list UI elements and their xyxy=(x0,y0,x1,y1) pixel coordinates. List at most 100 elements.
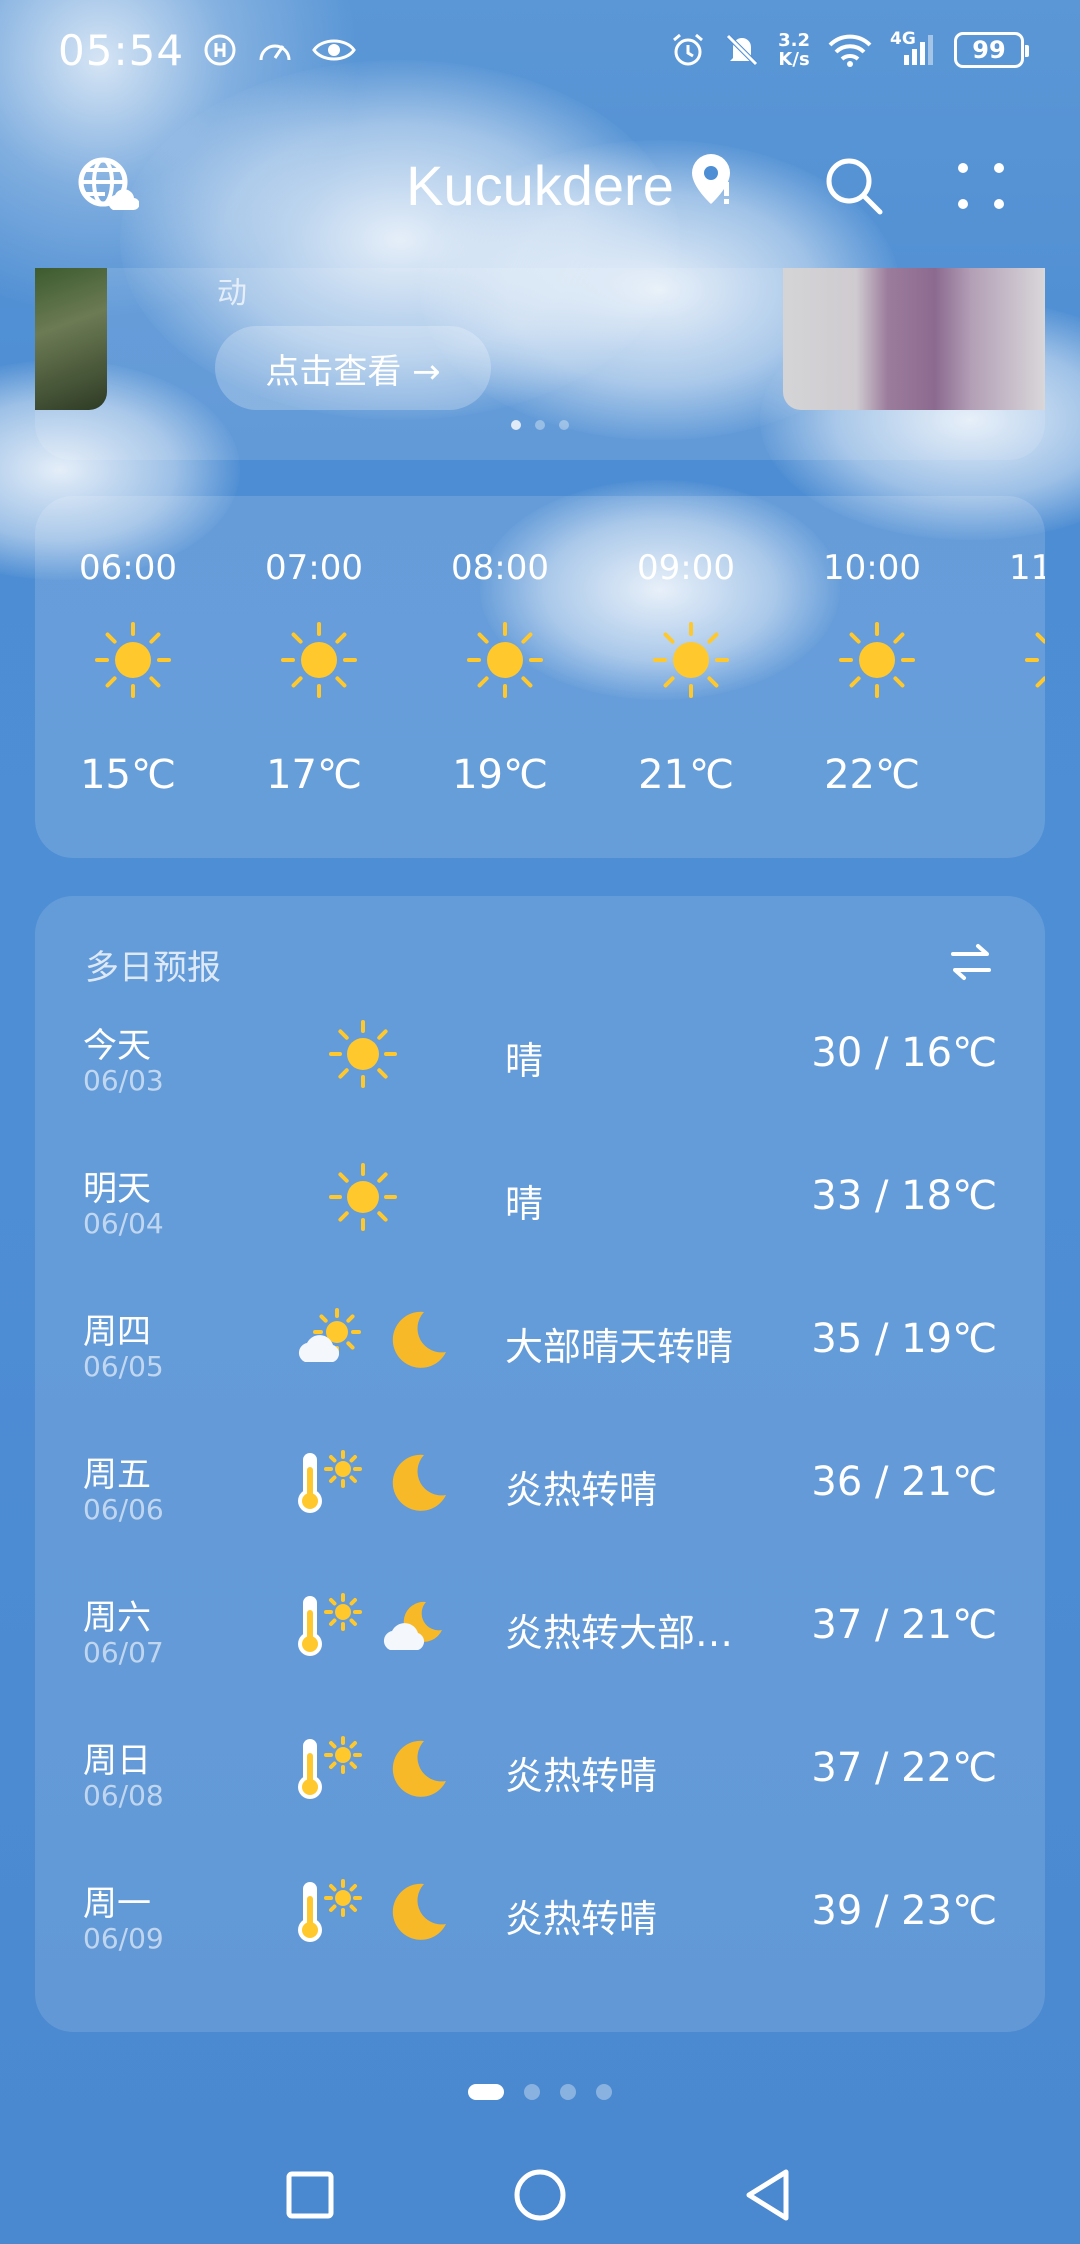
partly-cloudy-icon xyxy=(293,1304,365,1376)
day-temp-range: 37 / 22℃ xyxy=(811,1745,997,1791)
hour-item: 07:00 17℃ xyxy=(221,496,407,858)
hour-temp: 19℃ xyxy=(452,752,548,798)
banner-dot xyxy=(511,420,521,430)
moon-icon xyxy=(380,1876,452,1948)
search-icon[interactable] xyxy=(822,154,886,218)
day-description: 炎热转晴 xyxy=(505,1468,658,1512)
header: Kucukdere xyxy=(0,130,1080,240)
eye-icon xyxy=(312,35,356,65)
sun-icon xyxy=(837,620,917,700)
banner-thumbnail[interactable] xyxy=(783,268,1045,410)
net-speed: 3.2 K/s xyxy=(778,31,810,69)
hour-temp: 15℃ xyxy=(80,752,176,798)
sun-icon xyxy=(651,620,731,700)
status-bar: 05:54 3.2 K/s 4G 99 xyxy=(0,0,1080,100)
hour-item: 09:00 21℃ xyxy=(593,496,779,858)
day-temp-range: 35 / 19℃ xyxy=(811,1316,997,1362)
day-description: 大部晴天转晴 xyxy=(505,1325,734,1369)
banner-dot xyxy=(535,420,545,430)
day-description: 晴 xyxy=(505,1039,544,1083)
hourly-forecast[interactable]: 06:00 15℃ 07:00 17℃ 08:00 19℃ 09:00 21℃ … xyxy=(35,496,1045,858)
day-temp-range: 33 / 18℃ xyxy=(811,1173,997,1219)
switch-view-icon[interactable] xyxy=(949,942,993,982)
hour-temp: 21℃ xyxy=(638,752,734,798)
data-saver-icon xyxy=(202,32,238,68)
promo-banner[interactable]: 动 点击查看 → xyxy=(35,268,1045,460)
day-row[interactable]: 今天 06/03 晴 30 / 16℃ xyxy=(35,1008,1045,1151)
day-date: 06/05 xyxy=(83,1350,164,1383)
sun-icon xyxy=(465,620,545,700)
sun-icon xyxy=(1023,620,1045,700)
day-date: 06/03 xyxy=(83,1064,164,1097)
sun-icon xyxy=(93,620,173,700)
banner-dot xyxy=(559,420,569,430)
location-pin-icon xyxy=(688,152,734,219)
more-icon[interactable] xyxy=(953,158,1009,214)
day-temp-range: 30 / 16℃ xyxy=(811,1030,997,1076)
moon-icon xyxy=(380,1304,452,1376)
page-indicator xyxy=(0,2084,1080,2100)
day-row[interactable]: 周四 06/05 大部晴天转晴 35 / 19℃ xyxy=(35,1294,1045,1437)
battery-icon: 99 xyxy=(954,32,1029,68)
day-row[interactable]: 周五 06/06 炎热转晴 36 / 21℃ xyxy=(35,1437,1045,1580)
hour-time: 06:00 xyxy=(79,548,177,588)
city-title[interactable]: Kucukdere xyxy=(0,152,1080,219)
hour-temp: 2 xyxy=(965,752,1045,798)
page-dot[interactable] xyxy=(560,2084,576,2100)
page-dot[interactable] xyxy=(468,2084,504,2100)
day-row[interactable]: 周一 06/09 炎热转晴 39 / 23℃ xyxy=(35,1866,1045,2009)
daily-title: 多日预报 xyxy=(85,948,221,988)
alarm-icon xyxy=(670,32,706,68)
banner-thumbnail[interactable] xyxy=(35,268,107,410)
home-button[interactable] xyxy=(505,2160,575,2230)
moon-icon xyxy=(380,1733,452,1805)
hour-item: 08:00 19℃ xyxy=(407,496,593,858)
hour-time: 08:00 xyxy=(451,548,549,588)
page-dot[interactable] xyxy=(596,2084,612,2100)
day-name: 今天 xyxy=(83,1026,151,1066)
page-dot[interactable] xyxy=(524,2084,540,2100)
back-button[interactable] xyxy=(735,2160,805,2230)
speedometer-icon xyxy=(256,32,294,68)
city-name: Kucukdere xyxy=(406,154,674,217)
day-name: 周一 xyxy=(83,1884,151,1924)
wifi-icon xyxy=(828,33,872,67)
hot-icon xyxy=(293,1447,365,1519)
day-date: 06/08 xyxy=(83,1779,164,1812)
net-speed-unit: K/s xyxy=(778,49,810,70)
cloudy-night-icon xyxy=(380,1590,452,1662)
banner-caption: 动 xyxy=(217,276,247,311)
day-description: 炎热转晴 xyxy=(505,1754,658,1798)
hour-item: 06:00 15℃ xyxy=(35,496,221,858)
network-type: 4G xyxy=(890,29,916,49)
daily-forecast: 多日预报 今天 06/03 晴 30 / 16℃ 明天 06/04 晴 33 / 18℃ 周四 0… xyxy=(35,896,1045,2032)
sun-icon xyxy=(327,1018,399,1090)
banner-pager xyxy=(35,420,1045,430)
day-name: 周六 xyxy=(83,1598,151,1638)
hot-icon xyxy=(293,1590,365,1662)
hour-temp: 22℃ xyxy=(824,752,920,798)
sun-icon xyxy=(279,620,359,700)
hot-icon xyxy=(293,1733,365,1805)
sun-icon xyxy=(327,1161,399,1233)
day-date: 06/07 xyxy=(83,1636,164,1669)
banner-view-button[interactable]: 点击查看 → xyxy=(215,326,491,410)
hour-time: 11:00 xyxy=(1009,548,1045,588)
day-description: 晴 xyxy=(505,1182,544,1226)
day-name: 周五 xyxy=(83,1455,151,1495)
hour-time: 07:00 xyxy=(265,548,363,588)
day-date: 06/06 xyxy=(83,1493,164,1526)
day-row[interactable]: 周日 06/08 炎热转晴 37 / 22℃ xyxy=(35,1723,1045,1866)
signal-icon: 4G xyxy=(890,29,936,67)
hot-icon xyxy=(293,1876,365,1948)
day-name: 周日 xyxy=(83,1741,151,1781)
day-row[interactable]: 周六 06/07 炎热转大部… 37 / 21℃ xyxy=(35,1580,1045,1723)
mute-icon xyxy=(724,32,760,68)
day-temp-range: 36 / 21℃ xyxy=(811,1459,997,1505)
day-temp-range: 37 / 21℃ xyxy=(811,1602,997,1648)
recents-button[interactable] xyxy=(275,2160,345,2230)
day-row[interactable]: 明天 06/04 晴 33 / 18℃ xyxy=(35,1151,1045,1294)
hour-item: 10:00 22℃ xyxy=(779,496,965,858)
day-date: 06/09 xyxy=(83,1922,164,1955)
net-speed-value: 3.2 xyxy=(778,30,810,51)
